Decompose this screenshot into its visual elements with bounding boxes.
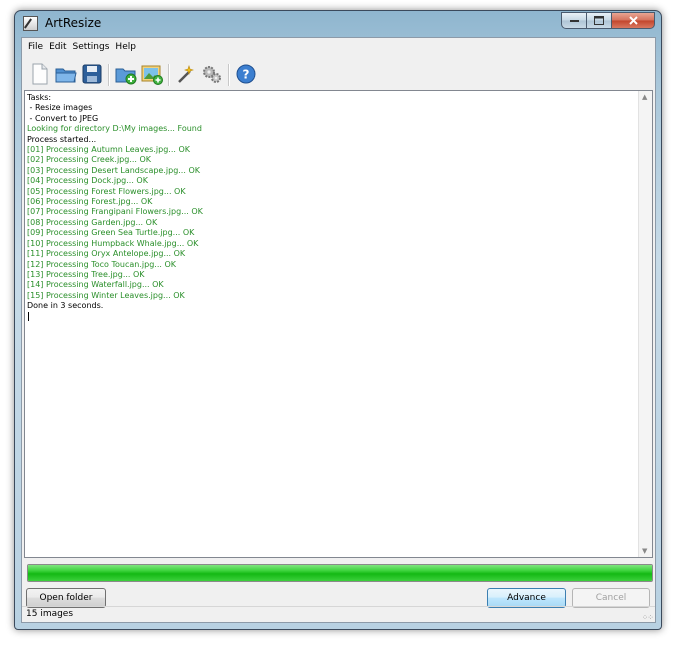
menu-settings[interactable]: Settings bbox=[70, 38, 113, 58]
task-log[interactable]: Tasks: - Resize images - Convert to JPEG… bbox=[24, 90, 653, 558]
svg-text:?: ? bbox=[243, 68, 250, 82]
log-line: Process started... bbox=[27, 134, 97, 144]
maximize-button[interactable] bbox=[587, 12, 612, 29]
log-line: [15] Processing Winter Leaves.jpg... OK bbox=[27, 290, 185, 300]
scroll-down-icon[interactable]: ▼ bbox=[642, 547, 647, 555]
maximize-icon bbox=[594, 16, 604, 25]
status-bar: 15 images ⁘⁘ bbox=[22, 606, 655, 623]
log-line: [02] Processing Creek.jpg... OK bbox=[27, 155, 152, 165]
log-line: [07] Processing Frangipani Flowers.jpg..… bbox=[27, 207, 203, 217]
minimize-icon bbox=[569, 19, 579, 22]
log-lines: Tasks: - Resize images - Convert to JPEG… bbox=[27, 93, 203, 321]
open-folder-icon[interactable] bbox=[54, 62, 78, 86]
menu-edit[interactable]: Edit bbox=[46, 38, 69, 58]
window-title: ArtResize bbox=[45, 16, 102, 30]
log-line: [14] Processing Waterfall.jpg... OK bbox=[27, 280, 164, 290]
text-caret bbox=[28, 311, 29, 321]
resize-grip-icon[interactable]: ⁘⁘ bbox=[642, 613, 654, 622]
add-folder-icon[interactable] bbox=[114, 62, 138, 86]
log-line: - Convert to JPEG bbox=[27, 113, 99, 123]
help-icon[interactable]: ? bbox=[234, 62, 258, 86]
status-text: 15 images bbox=[26, 609, 74, 619]
log-line: [12] Processing Toco Toucan.jpg... OK bbox=[27, 259, 176, 269]
log-line: [06] Processing Forest.jpg... OK bbox=[27, 197, 153, 207]
log-line: [03] Processing Desert Landscape.jpg... … bbox=[27, 165, 200, 175]
log-line: [10] Processing Humpback Whale.jpg... OK bbox=[27, 238, 199, 248]
scroll-up-icon[interactable]: ▲ bbox=[642, 93, 647, 101]
minimize-button[interactable] bbox=[561, 12, 587, 29]
menu-help[interactable]: Help bbox=[112, 38, 139, 58]
log-line: [09] Processing Green Sea Turtle.jpg... … bbox=[27, 228, 195, 238]
log-line: Looking for directory D:\My images... Fo… bbox=[27, 124, 202, 134]
log-line: - Resize images bbox=[27, 103, 93, 113]
log-line: [01] Processing Autumn Leaves.jpg... OK bbox=[27, 145, 190, 155]
log-line: [11] Processing Oryx Antelope.jpg... OK bbox=[27, 249, 186, 259]
menu-bar: File Edit Settings Help bbox=[22, 38, 139, 58]
close-button[interactable] bbox=[612, 12, 655, 29]
app-icon bbox=[23, 16, 38, 31]
log-line: [04] Processing Dock.jpg... OK bbox=[27, 176, 148, 186]
save-icon[interactable] bbox=[80, 62, 104, 86]
caption-buttons bbox=[561, 12, 655, 30]
magic-wand-icon[interactable] bbox=[174, 62, 198, 86]
log-line: [05] Processing Forest Flowers.jpg... OK bbox=[27, 186, 186, 196]
menu-file[interactable]: File bbox=[25, 38, 46, 58]
log-line: [08] Processing Garden.jpg... OK bbox=[27, 217, 158, 227]
settings-gears-icon[interactable] bbox=[200, 62, 224, 86]
new-file-icon[interactable] bbox=[28, 62, 52, 86]
close-icon bbox=[628, 16, 638, 25]
open-folder-button[interactable]: Open folder bbox=[26, 588, 106, 608]
app-window: ArtResize File Edit Settings Help ? Task… bbox=[14, 10, 662, 630]
log-scrollbar[interactable]: ▲ ▼ bbox=[638, 91, 652, 557]
log-line: Done in 3 seconds. bbox=[27, 301, 104, 311]
cancel-button[interactable]: Cancel bbox=[572, 588, 650, 608]
add-image-icon[interactable] bbox=[140, 62, 164, 86]
log-line: Tasks: bbox=[27, 93, 52, 102]
progress-fill bbox=[28, 565, 652, 581]
advance-button[interactable]: Advance bbox=[487, 588, 566, 608]
log-line: [13] Processing Tree.jpg... OK bbox=[27, 269, 145, 279]
progress-bar bbox=[27, 564, 653, 582]
toolbar: ? bbox=[26, 60, 650, 90]
title-bar[interactable]: ArtResize bbox=[15, 11, 661, 37]
client-area: File Edit Settings Help ? Tasks: - Resiz… bbox=[21, 37, 656, 623]
